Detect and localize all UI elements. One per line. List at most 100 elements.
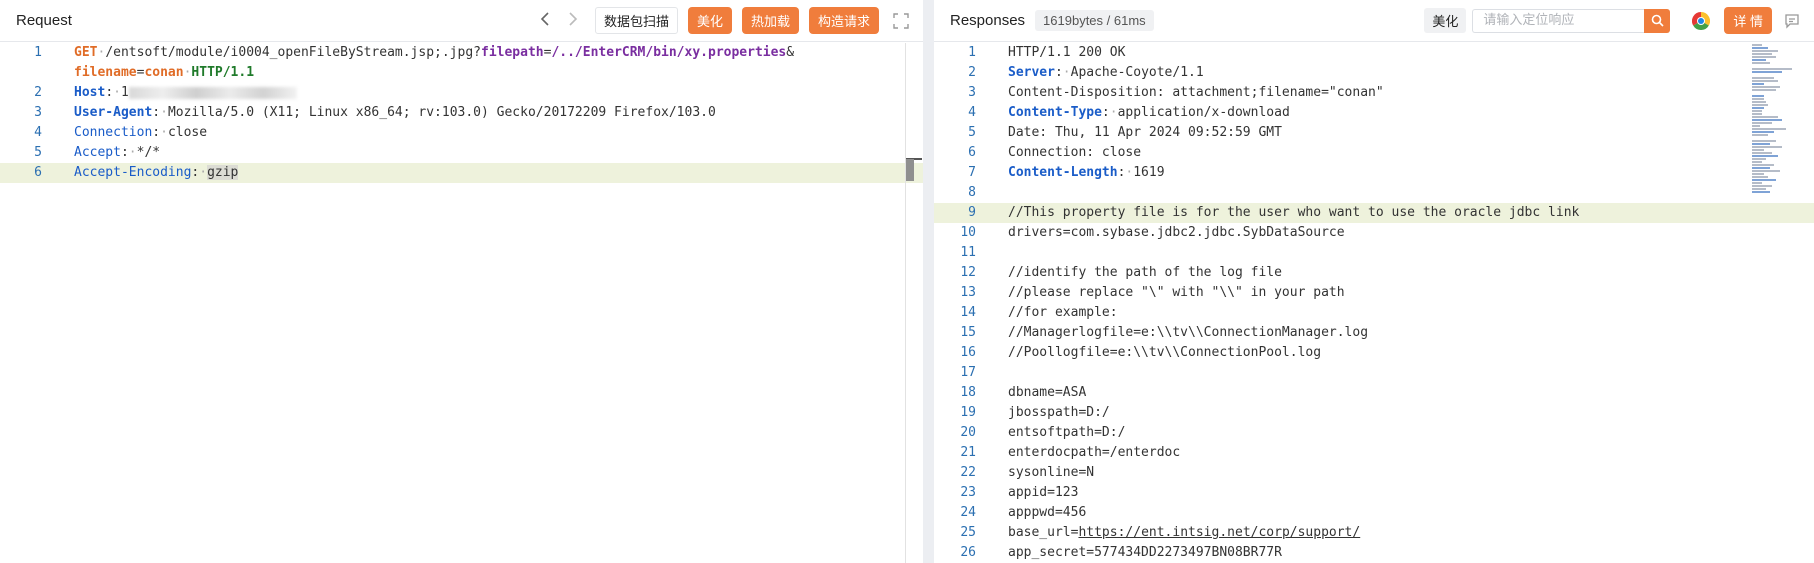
minimap-line [1752, 95, 1764, 97]
minimap-line [1752, 191, 1770, 193]
response-beautify-button[interactable]: 美化 [1424, 8, 1467, 33]
chat-icon[interactable] [1784, 13, 1800, 29]
response-line: 7 Content-Length:·1619 [968, 165, 1165, 180]
minimap-line [1752, 164, 1774, 166]
response-meta-badge: 1619bytes / 61ms [1035, 10, 1154, 31]
response-line: 22 sysonline=N [960, 465, 1095, 480]
chevron-left-icon[interactable] [531, 10, 559, 31]
request-header: Request 数据包扫描 美化 热加载 构造请求 [0, 0, 923, 42]
minimap-line [1752, 71, 1782, 73]
detail-button[interactable]: 详 情 [1724, 7, 1772, 34]
minimap-line [1752, 131, 1774, 133]
response-line: 17 [960, 365, 976, 380]
minimap-line [1752, 89, 1776, 91]
response-header: Responses 1619bytes / 61ms 美化 详 情 [934, 0, 1814, 42]
request-line-active: 6 Accept-Encoding:·gzip [0, 163, 923, 183]
minimap-line [1752, 110, 1762, 112]
base-url-link[interactable]: https://ent.intsig.net/corp/support/ [1078, 525, 1360, 540]
minimap-line [1752, 170, 1780, 172]
response-search-input[interactable] [1472, 8, 1645, 33]
minimap-line [1752, 134, 1768, 136]
packet-scan-button[interactable]: 数据包扫描 [594, 7, 678, 34]
minimap-line [1752, 47, 1768, 49]
request-panel: Request 数据包扫描 美化 热加载 构造请求 1 GET·/entsoft… [0, 0, 923, 563]
request-line: filename=conan·HTTP/1.1 [74, 65, 255, 80]
response-editor[interactable]: 1 HTTP/1.1 200 OK 2 Server:·Apache-Coyote/… [934, 42, 1814, 563]
expand-icon[interactable] [893, 12, 909, 29]
hot-load-button[interactable]: 热加载 [741, 7, 799, 34]
response-line: 21 enterdocpath=/enterdoc [960, 445, 1181, 460]
minimap-line [1752, 59, 1766, 61]
response-line: 12//identify the path of the log file [960, 265, 1282, 280]
response-line: 15//Managerlogfile=e:\\tv\\ConnectionMan… [960, 325, 1369, 340]
construct-request-button[interactable]: 构造请求 [808, 7, 879, 34]
minimap-line [1752, 116, 1778, 118]
chrome-icon[interactable] [1692, 11, 1711, 30]
minimap-line [1752, 80, 1778, 82]
response-line-active: 9//This property file is for the user wh… [934, 203, 1814, 223]
request-title: Request [16, 12, 72, 29]
minimap-line [1752, 185, 1772, 187]
response-line: 2 Server:·Apache-Coyote/1.1 [968, 65, 1204, 80]
response-line: 20 entsoftpath=D:/ [960, 425, 1126, 440]
chevron-right-icon[interactable] [559, 10, 587, 31]
minimap-line [1752, 125, 1760, 127]
minimap-line [1752, 44, 1762, 46]
minimap-line [1752, 140, 1776, 142]
search-icon[interactable] [1644, 8, 1671, 33]
minimap-line [1752, 68, 1792, 70]
minimap-line [1752, 98, 1764, 100]
minimap-line [1752, 77, 1774, 79]
response-line: 10 drivers=com.sybase.jdbc2.jdbc.SybDataS… [960, 225, 1345, 240]
request-line: 4 Connection:·close [34, 125, 208, 140]
beautify-button[interactable]: 美化 [687, 7, 732, 34]
response-line: 16//Poollogfile=e:\\tv\\ConnectionPool.l… [960, 345, 1322, 360]
minimap-line [1752, 119, 1782, 121]
minimap-line [1752, 155, 1778, 157]
response-line: 23 appid=123 [960, 485, 1079, 500]
response-line: 13//please replace "\" with "\\" in your… [960, 285, 1345, 300]
response-minimap[interactable] [1750, 42, 1810, 202]
response-line: 8 [968, 185, 976, 200]
response-search [1472, 8, 1671, 33]
minimap-line [1752, 104, 1768, 106]
minimap-line [1752, 107, 1764, 109]
editor-margin-line [905, 43, 906, 563]
minimap-line [1752, 86, 1780, 88]
minimap-line [1752, 53, 1772, 55]
minimap-line [1752, 188, 1766, 190]
minimap-line [1752, 149, 1764, 151]
minimap-line [1752, 161, 1762, 163]
response-line: 25 base_url=https://ent.intsig.net/corp/s… [960, 525, 1361, 540]
minimap-line [1752, 146, 1782, 148]
response-line: 4 Content-Type:·application/x-download [968, 105, 1290, 120]
request-line: 2 Host:·1 [0, 83, 923, 103]
minimap-line [1752, 113, 1762, 115]
minimap-line [1752, 83, 1764, 85]
response-line: 11 [960, 245, 976, 260]
minimap-line [1752, 50, 1778, 52]
minimap-line [1752, 182, 1762, 184]
scrollbar-thumb[interactable] [906, 159, 914, 181]
response-line: 5 Date: Thu, 11 Apr 2024 09:52:59 GMT [968, 125, 1282, 140]
response-line: 26 app_secret=577434DD2273497BN08BR77R [960, 545, 1282, 560]
minimap-line [1752, 122, 1772, 124]
minimap-line [1752, 176, 1768, 178]
redacted-host [128, 86, 297, 99]
response-line: 1 HTTP/1.1 200 OK [968, 45, 1126, 60]
response-panel: Responses 1619bytes / 61ms 美化 详 情 1HTTP/… [934, 0, 1814, 563]
response-line: 3 Content-Disposition: attachment;filenam… [968, 85, 1384, 100]
response-line: 24 apppwd=456 [960, 505, 1087, 520]
minimap-line [1752, 152, 1772, 154]
request-line: 5 Accept:·*/* [34, 145, 161, 160]
request-line: 1 GET·/entsoft/module/i0004_openFileBySt… [34, 45, 795, 60]
minimap-line [1752, 167, 1770, 169]
minimap-line [1752, 62, 1770, 64]
minimap-line [1752, 173, 1764, 175]
response-line: 18 dbname=ASA [960, 385, 1087, 400]
minimap-line [1752, 179, 1776, 181]
request-editor[interactable]: 1 GET·/entsoft/module/i0004_openFileBySt… [0, 42, 923, 183]
minimap-line [1752, 158, 1766, 160]
response-line: 19 jbosspath=D:/ [960, 405, 1110, 420]
minimap-line [1752, 101, 1766, 103]
